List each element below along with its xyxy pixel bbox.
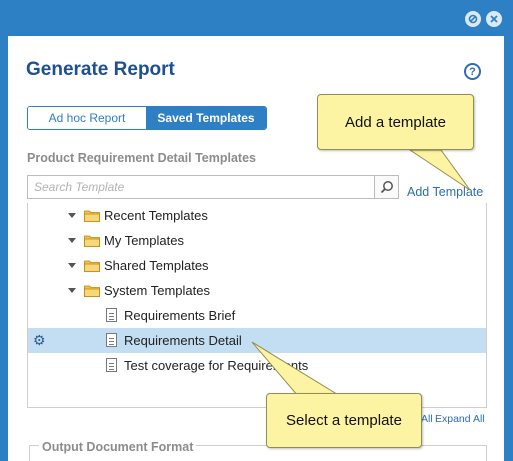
callout-add-template: Add a template: [317, 94, 474, 150]
callout-select-template: Select a template: [266, 393, 422, 448]
callout-pointers: [251, 149, 471, 397]
